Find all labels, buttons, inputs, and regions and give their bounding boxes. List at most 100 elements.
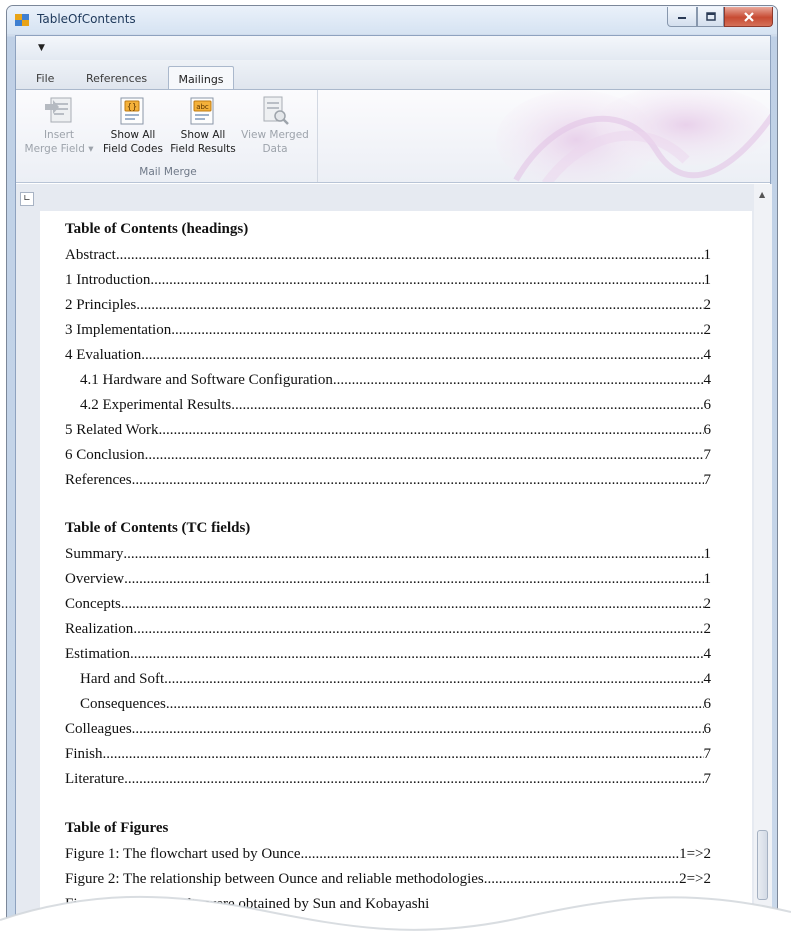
entry-label: Realization — [65, 621, 134, 637]
field-results-label-2: Field Results — [170, 143, 236, 155]
maximize-button[interactable] — [697, 7, 724, 27]
entry-label: Literature — [65, 771, 125, 787]
entry-label: 4.1 Hardware and Software Configuration — [80, 372, 333, 388]
entry-label: Summary — [65, 546, 124, 562]
entry-page-number: 1 — [703, 247, 712, 263]
dot-leader: ........................................… — [332, 372, 704, 388]
minimize-icon — [678, 16, 686, 19]
entry-page-number: 2 — [703, 621, 712, 637]
entry-page-number: 7 — [703, 472, 712, 488]
entry-page-number: 2 — [703, 297, 712, 313]
toc-headings-entry[interactable]: 1 Introduction..........................… — [65, 269, 711, 289]
dot-leader: ........................................… — [165, 696, 704, 712]
field-codes-label-2: Field Codes — [103, 143, 163, 155]
entry-page-number: 6 — [703, 721, 712, 737]
toc-fields-entry[interactable]: Hard and Soft...........................… — [80, 668, 711, 688]
toc-fields-entry[interactable]: Literature..............................… — [65, 768, 711, 788]
entry-label: Figure 1: The flowchart used by Ounce — [65, 846, 301, 862]
app-window: TableOfContents ▼ File References Mailin… — [6, 5, 778, 935]
entry-label: Overview — [65, 571, 125, 587]
entry-page-number: 7 — [703, 746, 712, 762]
toc-fields-entry[interactable]: Estimation..............................… — [65, 643, 711, 663]
dot-leader: ........................................… — [144, 447, 704, 463]
toc-fields-entry[interactable]: Consequences............................… — [80, 693, 711, 713]
toc-headings-entry[interactable]: 2 Principles............................… — [65, 294, 711, 314]
client-area: ▼ File References Mailings Insert Merge … — [15, 35, 772, 934]
minimize-button[interactable] — [667, 7, 697, 27]
entry-page-number: 6 — [703, 696, 712, 712]
dot-leader: ........................................… — [124, 771, 703, 787]
table-of-figures-entry[interactable]: Figure 1: The flowchart used by Ounce...… — [65, 843, 711, 863]
entry-label: 6 Conclusion — [65, 447, 145, 463]
app-icon — [15, 14, 29, 26]
toc-fields-entry[interactable]: Overview................................… — [65, 568, 711, 588]
entry-label: 1 Introduction — [65, 272, 151, 288]
insert-merge-field-button[interactable]: Insert Merge Field ▾ — [24, 94, 94, 162]
tab-file[interactable]: File — [26, 68, 64, 89]
dot-leader: ........................................… — [123, 546, 703, 562]
entry-page-number: 2 — [703, 322, 712, 338]
entry-page-number: 1 — [703, 571, 712, 587]
dot-leader: ........................................… — [124, 571, 703, 587]
toc-headings-entry[interactable]: 4 Evaluation............................… — [65, 344, 711, 364]
dot-leader: ........................................… — [136, 297, 703, 313]
toc-headings-entry[interactable]: Abstract................................… — [65, 244, 711, 264]
dot-leader: ........................................… — [171, 322, 704, 338]
toc-headings-entry[interactable]: 4.2 Experimental Results................… — [80, 394, 711, 414]
entry-page-number: 4 — [703, 347, 712, 363]
scroll-up-icon[interactable]: ▲ — [759, 190, 765, 199]
document-area: ∟ Table of Contents (headings) Abstract..… — [16, 184, 772, 934]
torn-edge-decoration — [0, 895, 791, 949]
show-all-field-results-button[interactable]: abc Show All Field Results — [168, 94, 238, 162]
toc-headings-entry[interactable]: 4.1 Hardware and Software Configuration.… — [80, 369, 711, 389]
entry-page-number: 7 — [703, 771, 712, 787]
dot-leader: ........................................… — [130, 646, 704, 662]
toc-headings-entry[interactable]: References..............................… — [65, 469, 711, 489]
tab-mailings[interactable]: Mailings — [168, 66, 234, 90]
entry-page-number: 1 — [703, 546, 712, 562]
toc-fields-entry[interactable]: Colleagues..............................… — [65, 718, 711, 738]
show-all-field-codes-button[interactable]: {} Show All Field Codes — [98, 94, 168, 162]
customize-toolbar-icon[interactable]: ▼ — [38, 43, 45, 53]
entry-label: 4 Evaluation — [65, 347, 142, 363]
toc-headings-title: Table of Contents (headings) — [65, 221, 249, 237]
view-merged-data-button[interactable]: View Merged Data — [240, 94, 310, 162]
entry-page-number: 1 — [703, 272, 712, 288]
title-bar[interactable]: TableOfContents — [7, 6, 777, 34]
close-icon — [743, 11, 754, 22]
entry-page-number: 4 — [703, 671, 712, 687]
toc-fields-title: Table of Contents (TC fields) — [65, 520, 251, 536]
toc-fields-entry[interactable]: Summary.................................… — [65, 543, 711, 563]
maximize-icon — [705, 11, 716, 21]
mail-merge-group-label: Mail Merge — [139, 166, 197, 178]
vertical-scrollbar[interactable]: ▲ — [754, 184, 772, 934]
entry-label: 5 Related Work — [65, 422, 159, 438]
view-merged-data-label-1: View Merged — [241, 129, 309, 141]
entry-label: Hard and Soft — [80, 671, 165, 687]
tab-stop-selector[interactable]: ∟ — [20, 192, 34, 206]
dot-leader: ........................................… — [102, 746, 704, 762]
dot-leader: ........................................… — [120, 596, 704, 612]
toc-fields-entry[interactable]: Finish..................................… — [65, 743, 711, 763]
field-results-label-1: Show All — [180, 129, 226, 141]
toc-headings-entry[interactable]: 3 Implementation........................… — [65, 319, 711, 339]
dot-leader: ........................................… — [131, 721, 704, 737]
toc-fields-entry[interactable]: Concepts................................… — [65, 593, 711, 613]
dot-leader: ........................................… — [300, 846, 680, 862]
toc-fields-entry[interactable]: Realization.............................… — [65, 618, 711, 638]
tab-references[interactable]: References — [76, 68, 157, 89]
toc-headings-entry[interactable]: 5 Related Work..........................… — [65, 419, 711, 439]
entry-label: Finish — [65, 746, 103, 762]
field-results-icon: abc — [190, 97, 214, 125]
document-page[interactable]: Table of Contents (headings) Abstract....… — [40, 211, 752, 934]
table-of-figures-title: Table of Figures — [65, 820, 169, 836]
dot-leader: ........................................… — [131, 472, 704, 488]
mail-merge-group: Insert Merge Field ▾ {} Show All Field C… — [18, 90, 318, 182]
field-codes-icon: {} — [120, 97, 144, 125]
dot-leader: ........................................… — [150, 272, 703, 288]
dot-leader: ........................................… — [158, 422, 704, 438]
toc-headings-entry[interactable]: 6 Conclusion............................… — [65, 444, 711, 464]
close-button[interactable] — [724, 7, 773, 27]
entry-page-number: 6 — [703, 422, 712, 438]
entry-label: Estimation — [65, 646, 130, 662]
